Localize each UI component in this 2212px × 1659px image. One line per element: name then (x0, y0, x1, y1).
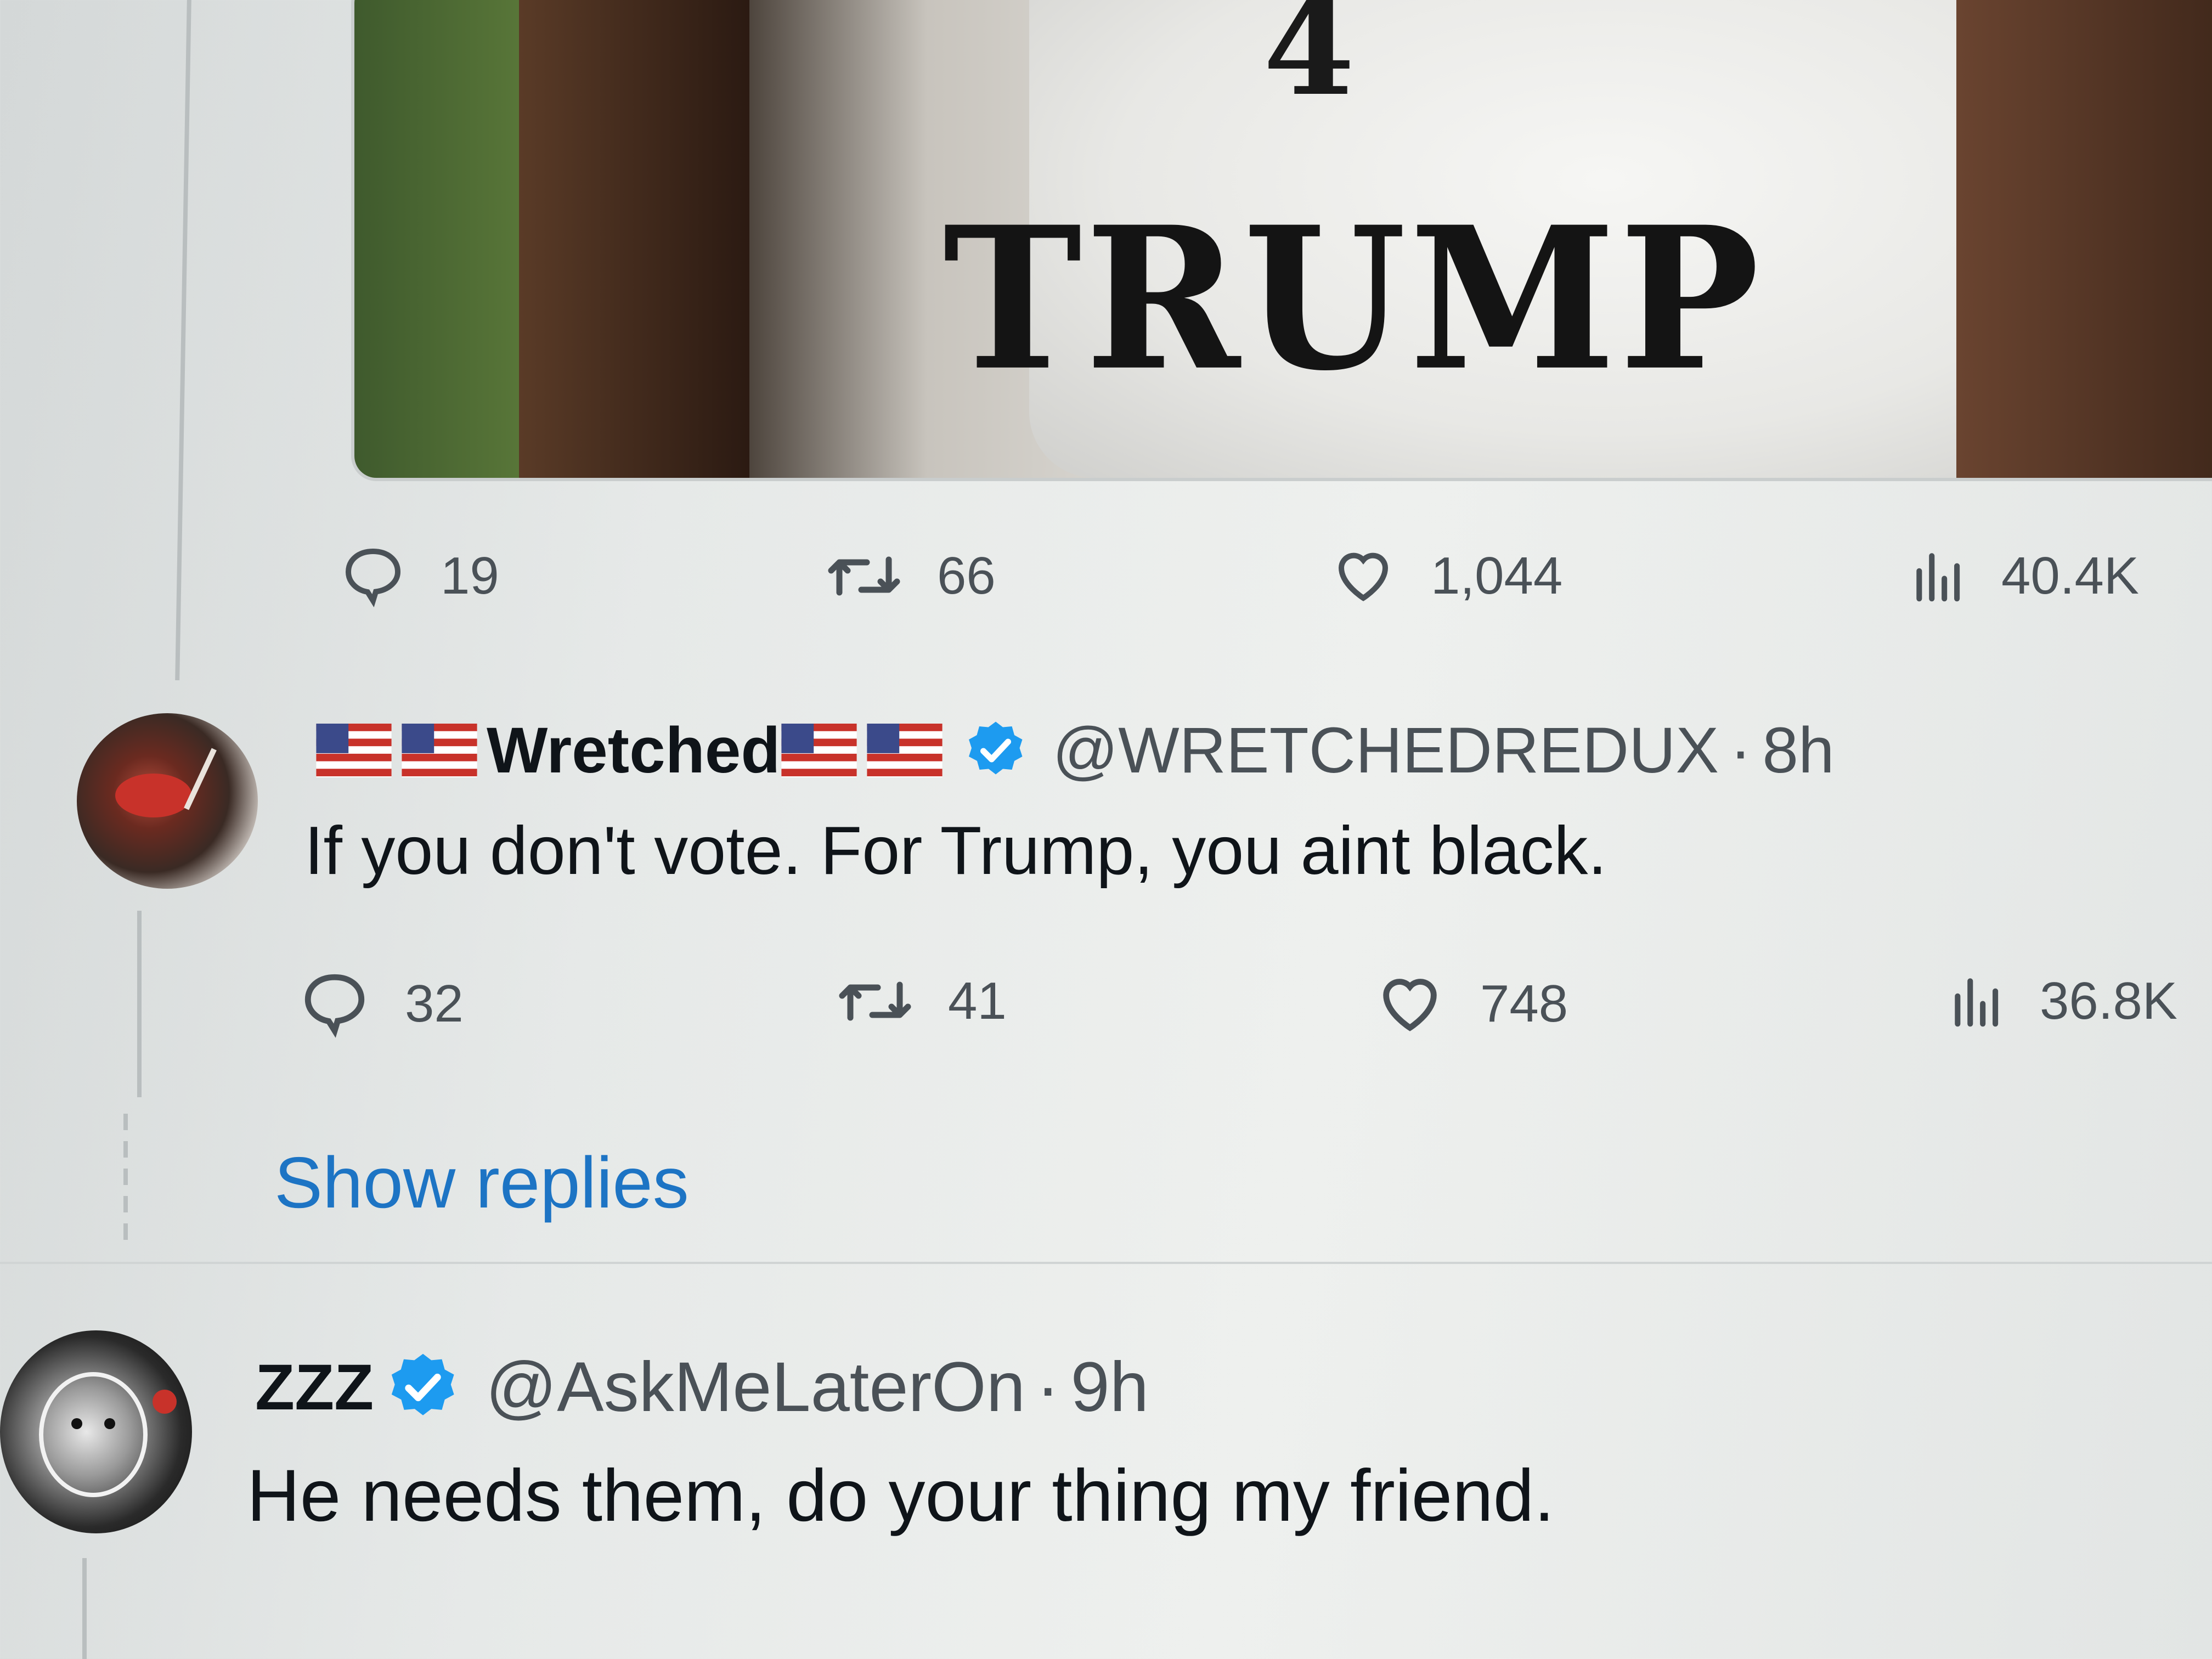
thread-line-dotted (123, 1114, 128, 1240)
reply2-text: He needs them, do your thing my friend. (247, 1455, 1555, 1537)
reply1-repost-count: 41 (948, 972, 1007, 1030)
media-arm-left (519, 0, 749, 478)
reply1-header: Wretched @WRETCHEDREDUX · 8h (315, 713, 1835, 788)
repost-count: 66 (937, 546, 996, 605)
reply1-reply-count: 32 (405, 974, 464, 1033)
reply1-reply-button[interactable]: 32 (296, 968, 464, 1040)
avatar-tiger-icon (39, 1372, 177, 1497)
avatar-hat-icon (115, 748, 217, 817)
section-divider (0, 1262, 2212, 1264)
like-button[interactable]: 1,044 (1328, 543, 1562, 609)
reply2-time[interactable]: 9h (1071, 1347, 1149, 1427)
views-button[interactable]: 40.4K (1909, 543, 2139, 609)
reply-icon (304, 974, 365, 1038)
us-flag-icon (781, 724, 857, 777)
reply1-display-name[interactable]: Wretched (487, 713, 781, 788)
like-icon (1338, 552, 1389, 601)
reply1-action-bar: 32 41 748 36.8K (0, 960, 2212, 1042)
verified-badge-icon (392, 1353, 454, 1415)
reply2-display-name[interactable]: ZZZ (255, 1350, 374, 1425)
reply1-time[interactable]: 8h (1762, 713, 1834, 788)
reply1-repost-button[interactable]: 41 (834, 968, 1007, 1034)
avatar-wretched[interactable] (77, 713, 258, 889)
media-shirt-text: TRUMP (943, 184, 1763, 414)
views-icon (1955, 978, 1999, 1027)
avatar-zzz[interactable] (0, 1330, 192, 1533)
reply1-text: If you don't vote. For Trump, you aint b… (304, 813, 1607, 889)
views-count: 40.4K (2001, 546, 2139, 605)
verified-badge-icon (968, 721, 1022, 775)
reply-button[interactable]: 19 (337, 543, 499, 609)
reply2-handle[interactable]: @AskMeLaterOn (486, 1347, 1025, 1427)
reply-count: 19 (441, 546, 499, 605)
reply1-handle[interactable]: @WRETCHEDREDUX (1053, 713, 1719, 788)
reply1-like-button[interactable]: 748 (1372, 968, 1568, 1040)
repost-button[interactable]: 66 (823, 543, 996, 609)
repost-icon (828, 556, 900, 596)
repost-icon (839, 981, 911, 1021)
thread-line-bottom (82, 1558, 87, 1659)
show-replies-link[interactable]: Show replies (274, 1141, 689, 1224)
us-flag-icon (316, 724, 392, 777)
media-arm-right (1956, 0, 2212, 478)
reply-icon (345, 548, 401, 607)
like-icon (1383, 979, 1437, 1031)
reply1-views-count: 36.8K (2040, 972, 2177, 1030)
like-count: 1,044 (1431, 546, 1563, 605)
reply2-separator: · (1036, 1348, 1060, 1426)
views-icon (1916, 553, 1960, 602)
media-shirt-number: 4 (1263, 0, 1355, 125)
us-flag-icon (402, 724, 477, 777)
reply1-views-button[interactable]: 36.8K (1948, 968, 2177, 1034)
reply2-header: ZZZ @AskMeLaterOn · 9h (255, 1347, 1149, 1427)
reply1-separator: · (1730, 714, 1752, 787)
post-media-image[interactable]: 4 TRUMP (351, 0, 2212, 481)
us-flag-icon (866, 724, 943, 777)
reply1-like-count: 748 (1480, 974, 1568, 1033)
post-action-bar: 19 66 1,044 40.4K (0, 535, 2212, 617)
